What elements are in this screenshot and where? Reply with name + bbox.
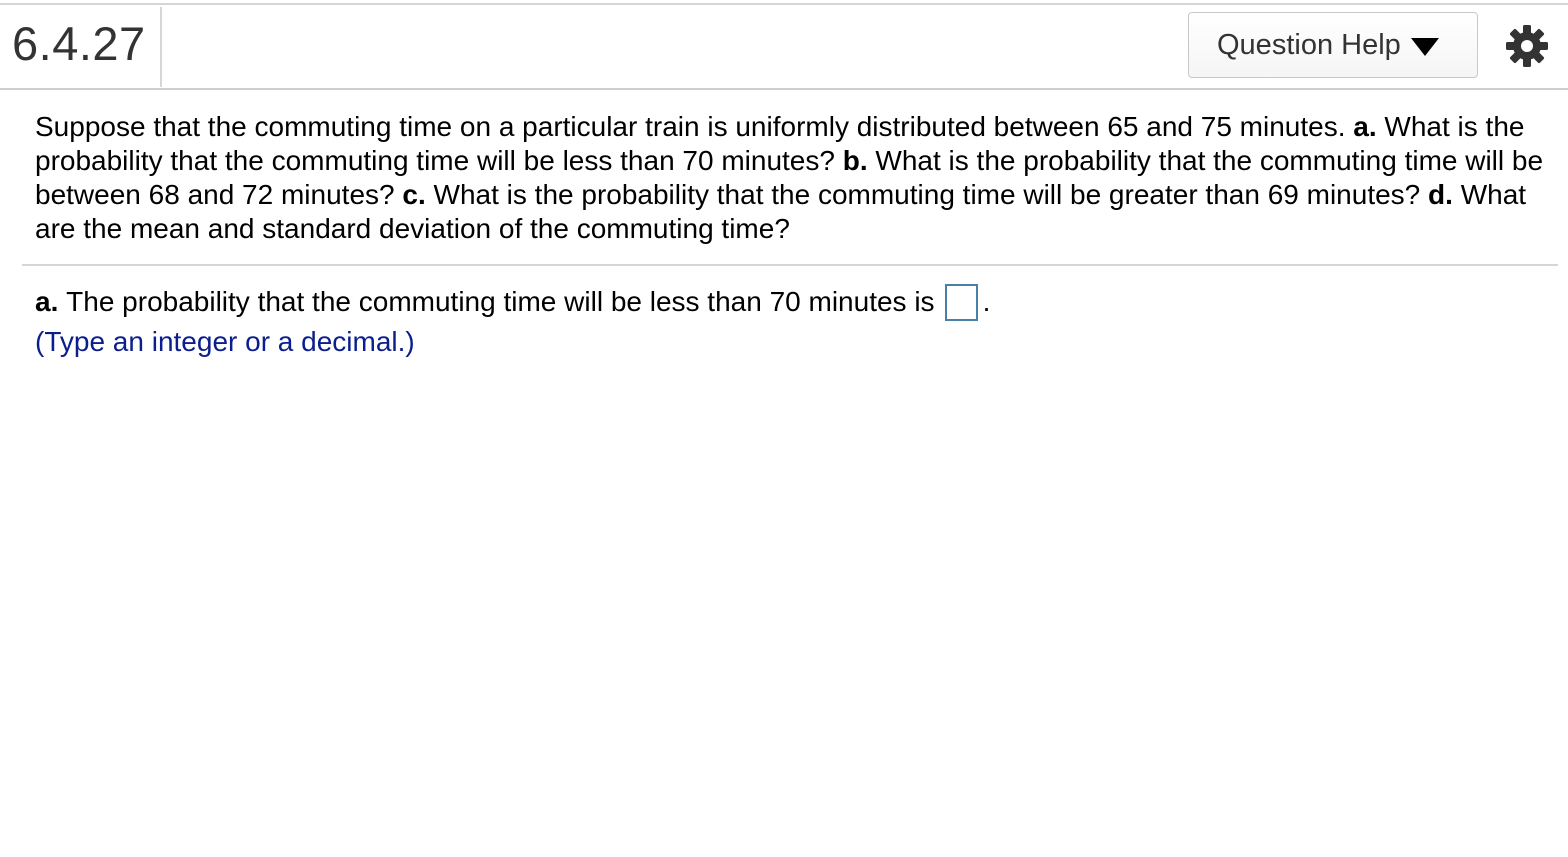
- question-header: 6.4.27 Question Help: [0, 5, 1568, 90]
- question-help-button[interactable]: Question Help: [1188, 12, 1478, 78]
- caret-down-icon: [1410, 38, 1439, 56]
- part-d-label: d.: [1428, 179, 1453, 210]
- answer-line: a. The probability that the commuting ti…: [35, 283, 990, 321]
- answer-trailing-period: .: [982, 286, 991, 317]
- section-divider: [22, 264, 1558, 266]
- answer-input[interactable]: [944, 283, 978, 321]
- header-divider: [160, 7, 162, 87]
- question-help-label: Question Help: [1217, 29, 1401, 61]
- question-number: 6.4.27: [12, 17, 146, 70]
- part-b-label: b.: [842, 145, 868, 176]
- part-a-label: a.: [1353, 111, 1377, 142]
- answer-prompt: The probability that the commuting time …: [66, 286, 935, 317]
- part-c-text: What is the probability that the commuti…: [433, 179, 1421, 210]
- problem-intro: Suppose that the commuting time on a par…: [35, 111, 1346, 142]
- part-c-label: c.: [402, 179, 426, 210]
- problem-statement: Suppose that the commuting time on a par…: [35, 110, 1555, 246]
- gear-icon[interactable]: [1505, 24, 1549, 68]
- answer-format-hint: (Type an integer or a decimal.): [35, 326, 415, 357]
- answer-part-label: a.: [35, 286, 59, 317]
